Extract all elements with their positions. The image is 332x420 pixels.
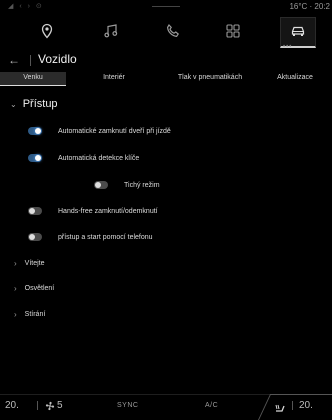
- apps-grid-icon[interactable]: [218, 18, 248, 44]
- toggle-switch[interactable]: [28, 127, 42, 135]
- title-divider: [30, 55, 31, 66]
- section-label: Vítejte: [24, 260, 45, 267]
- setting-hands-free: Hands-free zamknutí/odemknutí: [28, 203, 158, 219]
- setting-label: přístup a start pomocí telefonu: [58, 233, 153, 241]
- toggle-switch[interactable]: [28, 154, 42, 162]
- music-icon[interactable]: [96, 18, 126, 44]
- fan-icon: [45, 401, 55, 410]
- tab-venku[interactable]: Venku: [0, 72, 66, 86]
- chevron-right-icon: ›: [14, 259, 17, 268]
- page-indicator: •••: [283, 44, 293, 50]
- climate-divider: [37, 401, 38, 410]
- toggle-switch[interactable]: [28, 233, 42, 241]
- toggle-switch[interactable]: [28, 207, 42, 215]
- climate-divider: [292, 401, 293, 410]
- status-temp-time: 16°C · 20:2: [289, 2, 330, 11]
- climate-active-outline: [258, 394, 332, 420]
- chevron-down-icon: ⌄: [10, 99, 17, 109]
- navigation-icon[interactable]: [32, 18, 62, 44]
- setting-phone-access: přístup a start pomocí telefonu: [28, 229, 153, 245]
- status-divider: [152, 6, 180, 7]
- section-label: Stírání: [24, 311, 46, 318]
- section-stirani[interactable]: › Stírání: [14, 310, 45, 319]
- section-title: Přístup: [22, 98, 58, 110]
- top-nav: •••: [0, 14, 332, 50]
- setting-auto-lock: Automatické zamknutí dveří při jízdě: [28, 123, 171, 139]
- setting-label: Hands-free zamknutí/odemknutí: [58, 207, 158, 215]
- ac-button[interactable]: A/C: [205, 402, 218, 409]
- tab-bar: Venku Interiér Tlak v pneumatikách Aktua…: [0, 72, 332, 90]
- setting-label: Automatické zamknutí dveří při jízdě: [58, 127, 171, 135]
- phone-icon[interactable]: [158, 18, 188, 44]
- setting-key-detection: Automatická detekce klíče: [28, 150, 139, 166]
- section-pristup-header[interactable]: ⌄ Přístup: [10, 98, 58, 110]
- toggle-switch[interactable]: [94, 181, 108, 189]
- setting-quiet-mode: Tichý režim: [94, 177, 160, 193]
- chevron-right-icon: ›: [14, 284, 17, 293]
- back-arrow-icon[interactable]: ←: [8, 53, 20, 67]
- status-bar: ◢ ‹ › ⊙ 16°C · 20:2: [0, 0, 332, 14]
- tab-interier[interactable]: Interiér: [66, 72, 162, 86]
- section-osvetleni[interactable]: › Osvětlení: [14, 284, 54, 293]
- section-vitejte[interactable]: › Vítejte: [14, 259, 45, 268]
- section-label: Osvětlení: [24, 285, 55, 292]
- sync-button[interactable]: SYNC: [117, 402, 138, 409]
- setting-label: Tichý režim: [124, 181, 160, 189]
- tab-aktualizace[interactable]: Aktualizace: [258, 72, 332, 86]
- status-icons: ◢ ‹ › ⊙: [8, 3, 44, 10]
- tab-tlak-v-pneumatikach[interactable]: Tlak v pneumatikách: [162, 72, 258, 86]
- fan-control[interactable]: 5: [45, 400, 63, 411]
- right-temperature[interactable]: 20.: [299, 400, 313, 411]
- left-temperature[interactable]: 20.: [5, 400, 19, 411]
- fan-level: 5: [57, 400, 63, 411]
- page-title: Vozidlo: [38, 52, 77, 66]
- chevron-right-icon: ›: [14, 310, 17, 319]
- seat-heat-icon[interactable]: [274, 400, 286, 418]
- setting-label: Automatická detekce klíče: [58, 154, 140, 162]
